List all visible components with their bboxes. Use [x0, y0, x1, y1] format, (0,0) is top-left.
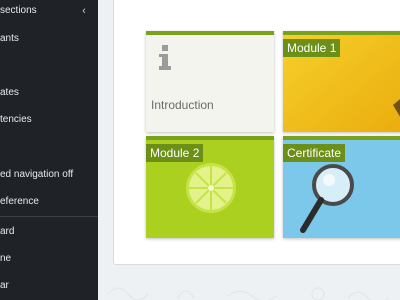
sidebar-item-label: ants	[0, 33, 19, 44]
sidebar-item-label: ed navigation off	[0, 169, 74, 180]
tile-module-1[interactable]: Module 1	[283, 31, 400, 132]
sidebar: sections ‹ ants ates tencies ed navigati…	[0, 0, 98, 300]
sidebar-item-participants[interactable]: ants	[0, 29, 98, 49]
sidebar-item-label: ard	[0, 226, 15, 237]
tile-label: Introduction	[151, 98, 214, 112]
sidebar-item-label: ates	[0, 87, 19, 98]
background-pattern	[107, 287, 389, 300]
sidebar-item-dashboard[interactable]: ard	[0, 222, 98, 242]
sidebar-item-label: eference	[0, 196, 39, 207]
sidebar-item-calendar[interactable]: ar	[0, 276, 98, 296]
tile-module-2[interactable]: Module 2	[146, 136, 274, 238]
main-content: Introduction Module 1 Module 2 Certifica…	[98, 0, 400, 300]
sidebar-item-preference[interactable]: eference	[0, 192, 98, 212]
sidebar-divider	[0, 216, 98, 217]
tile-label: Certificate	[283, 144, 346, 162]
tile-label: Module 2	[146, 144, 204, 162]
chevron-left-icon[interactable]: ‹	[78, 3, 90, 19]
sidebar-item-label: ne	[0, 253, 12, 264]
sidebar-item-label: ar	[0, 280, 9, 291]
sidebar-item-competencies[interactable]: tencies	[0, 110, 98, 130]
sidebar-item-label: sections	[0, 5, 37, 16]
sidebar-item-sections[interactable]: sections ‹	[0, 1, 98, 21]
sidebar-item-grades[interactable]: ates	[0, 83, 98, 103]
tile-certificate[interactable]: Certificate	[283, 136, 400, 238]
sidebar-item-navigation-toggle[interactable]: ed navigation off	[0, 165, 98, 185]
info-icon	[159, 45, 171, 70]
sidebar-item-home[interactable]: ne	[0, 249, 98, 269]
tile-introduction[interactable]: Introduction	[146, 31, 274, 132]
tile-label: Module 1	[283, 39, 341, 57]
sidebar-item-label: tencies	[0, 114, 32, 125]
